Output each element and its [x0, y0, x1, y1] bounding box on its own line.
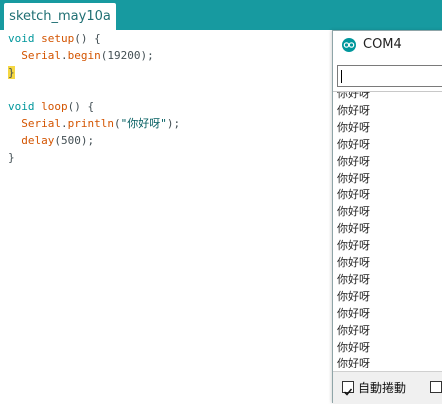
code-text: (: [113, 117, 121, 130]
serial-send-input[interactable]: [337, 65, 442, 87]
code-text: () {: [67, 100, 95, 113]
serial-output-line: 你好呀: [337, 340, 370, 354]
code-class: Serial: [21, 49, 61, 62]
code-line: }: [8, 149, 15, 166]
serial-output-line: 你好呀: [337, 222, 370, 236]
code-text: .: [61, 117, 68, 130]
code-line: Serial.println("你好呀");: [8, 115, 180, 132]
code-text: () {: [74, 32, 101, 45]
serial-output-line: 你好呀: [337, 272, 370, 286]
code-function: loop: [41, 100, 68, 113]
code-function: println: [67, 117, 114, 130]
serial-options-bar: 自動捲動 Sh: [333, 371, 442, 404]
code-function: setup: [41, 32, 75, 45]
serial-output-line: 你好呀: [337, 205, 370, 219]
serial-output-line: 你好呀: [337, 171, 370, 185]
autoscroll-checkbox[interactable]: [342, 381, 354, 396]
serial-output-line: 你好呀: [337, 323, 370, 337]
code-string: "你好呀": [120, 117, 167, 130]
code-line: void loop() {: [8, 98, 94, 115]
code-line: void setup() {: [8, 30, 101, 47]
serial-output-line: 你好呀: [337, 137, 370, 151]
serial-output-line: 你好呀: [337, 239, 370, 253]
serial-output-line: 你好呀: [337, 306, 370, 320]
code-line: }: [8, 64, 15, 81]
serial-output-area[interactable]: 你好呀 你好呀 你好呀 你好呀 你好呀 你好呀 你好呀 你好呀 你好呀 你好呀 你好呀 你好呀 你好呀你…: [333, 91, 442, 368]
code-brace: }: [8, 151, 15, 164]
serial-output-line: 你好呀: [337, 91, 370, 100]
editor-tab-bar: sketch_may10a: [0, 0, 442, 30]
code-text: (500);: [54, 134, 95, 147]
serial-output-line: 你好呀: [337, 120, 370, 134]
autoscroll-label: 自動捲動: [358, 381, 407, 395]
code-brace-highlighted: }: [8, 66, 15, 79]
tab-sketch[interactable]: sketch_may10a: [4, 3, 116, 30]
serial-output-line: 你好呀: [337, 256, 370, 269]
code-text: );: [166, 117, 181, 130]
text-caret: [341, 70, 342, 83]
code-keyword: void: [8, 100, 35, 113]
serial-monitor-titlebar[interactable]: COM4: [333, 31, 442, 59]
timestamp-checkbox[interactable]: [430, 381, 442, 393]
code-keyword: void: [8, 32, 35, 45]
check-icon: [343, 388, 353, 396]
code-function: begin: [67, 49, 101, 62]
serial-output-line: 你好呀: [337, 289, 370, 303]
code-text: (19200);: [100, 49, 154, 62]
serial-port-title: COM4: [363, 37, 402, 52]
code-line: Serial.begin(19200);: [8, 47, 154, 64]
code-function: delay: [21, 134, 55, 147]
serial-monitor-window: COM4 你好呀 你好呀 你好呀 你好呀 你好呀 你好呀 你好呀 你好呀 你好呀 你好呀 你好呀 你好…: [332, 30, 442, 404]
serial-output-line: 你好呀: [337, 188, 370, 202]
serial-output-line: 你好呀: [337, 103, 370, 117]
arduino-logo-icon: [342, 38, 356, 52]
code-line: delay(500);: [8, 132, 94, 149]
code-text: .: [61, 49, 68, 62]
serial-output-line: 你好呀: [337, 357, 370, 368]
serial-output-line: 你好呀: [337, 154, 370, 168]
code-class: Serial: [21, 117, 61, 130]
